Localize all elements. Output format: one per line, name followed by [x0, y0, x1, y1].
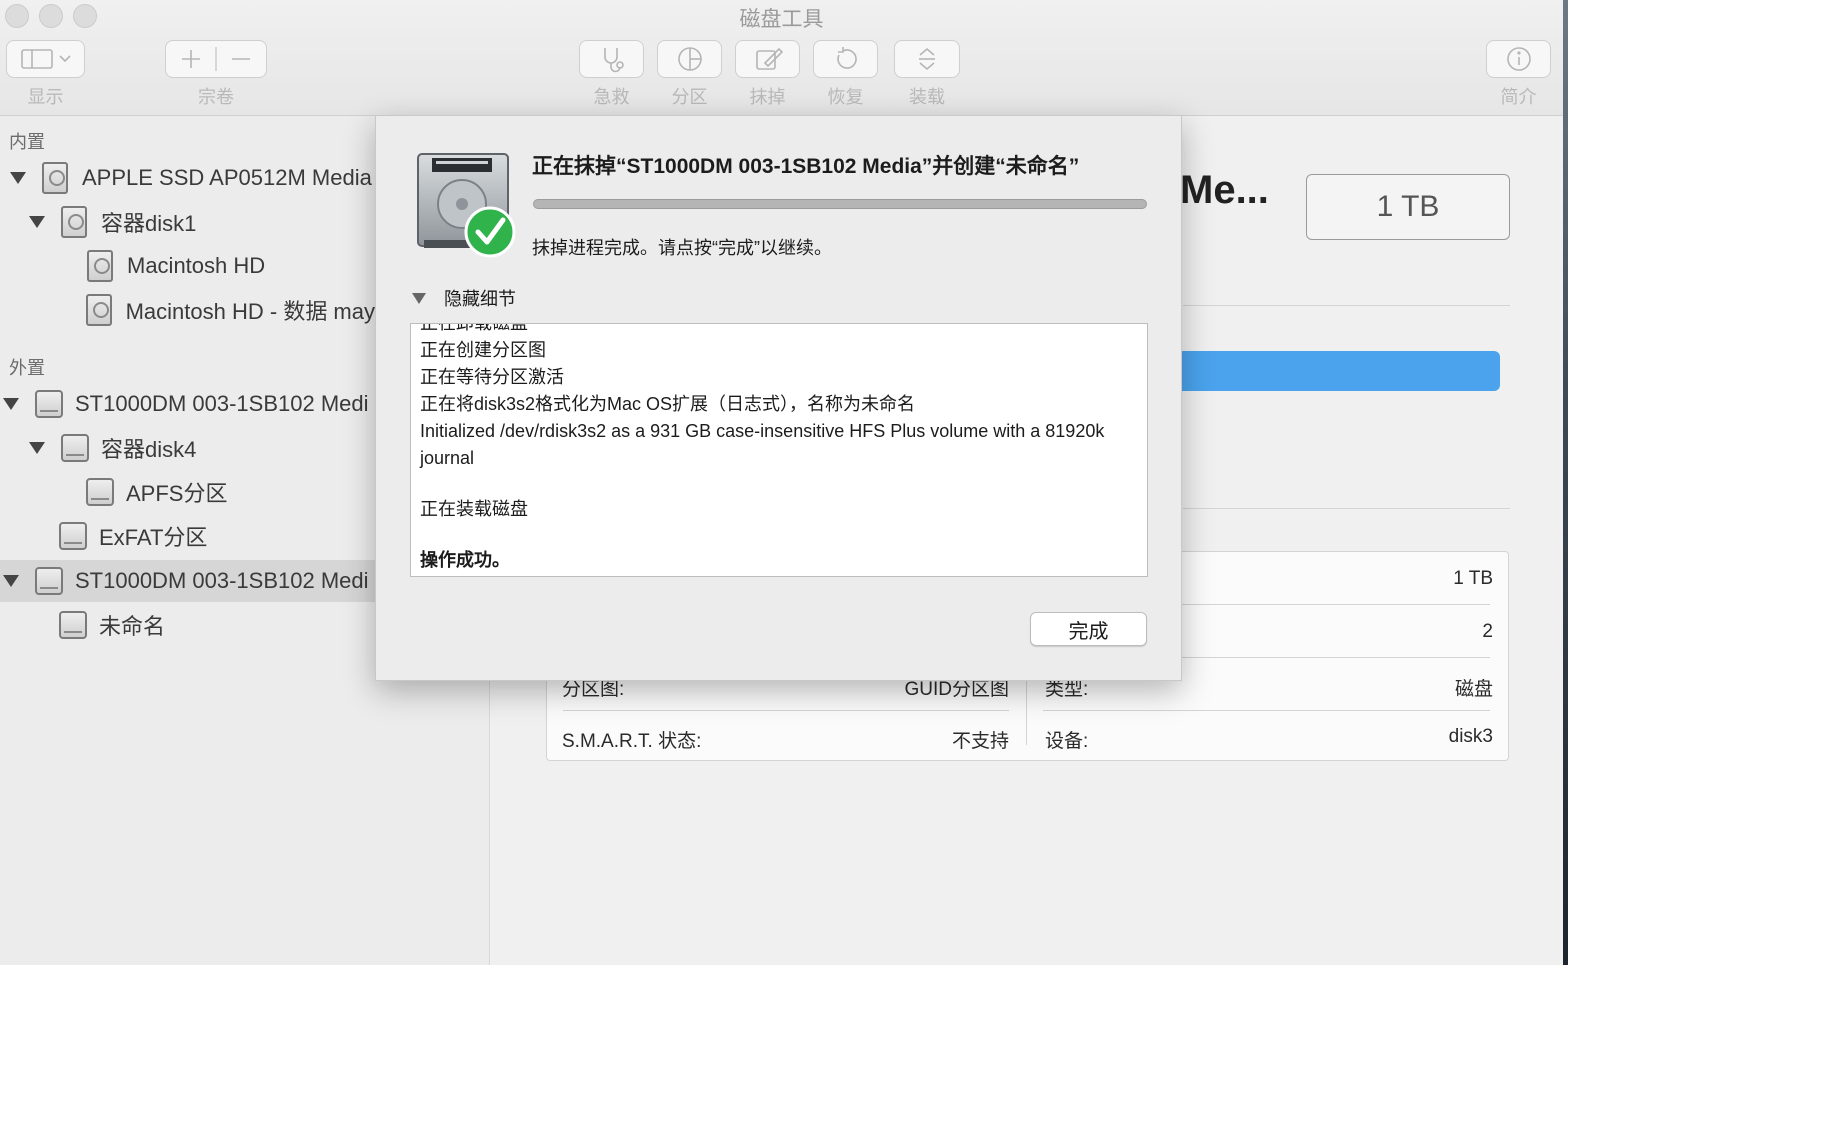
volume-disk-icon [59, 611, 87, 639]
sidebar-item-apfs-partition[interactable]: APFS分区 [0, 471, 375, 513]
internal-disk-icon [42, 162, 68, 194]
type-value: 磁盘 [1454, 679, 1493, 700]
restore-label: 恢复 [827, 87, 864, 107]
first-aid-label: 急救 [593, 87, 630, 107]
smart-status-value: 不支持 [951, 731, 1009, 752]
volume-add-remove-group[interactable] [165, 40, 267, 78]
mount-button[interactable] [894, 40, 960, 78]
sidebar-item-label: 未命名 [99, 614, 166, 639]
log-line: 正在创建分区图 [420, 340, 546, 360]
details-log[interactable]: 正在卸载磁盘正在创建分区图 正在等待分区激活正在将disk3s2格式化为Mac O… [410, 323, 1148, 577]
info-button[interactable] [1486, 40, 1551, 78]
sidebar-item-label: ST1000DM 003-1SB102 Medi [75, 568, 369, 593]
done-button[interactable]: 完成 [1030, 612, 1147, 646]
divider [1043, 710, 1490, 711]
partition-button[interactable] [657, 40, 722, 78]
volume-disk-icon [86, 294, 112, 326]
external-section-header: 外置 [9, 358, 45, 378]
sidebar-item-label: Macintosh HD [127, 253, 266, 278]
sidebar-item-container-disk1[interactable]: 容器disk1 [0, 201, 375, 243]
log-line: 正在将disk3s2格式化为Mac OS扩展（日志式），名称为未命名 [420, 394, 916, 414]
sidebar-item-label: APFS分区 [126, 481, 228, 506]
volume-disk-icon [86, 478, 114, 506]
disclosure-triangle-icon[interactable] [10, 172, 26, 184]
info-icon [1506, 47, 1531, 71]
hide-details-toggle[interactable]: 隐藏细节 [412, 285, 516, 311]
sidebar-item-label: ExFAT分区 [99, 525, 208, 550]
divider [1183, 508, 1510, 509]
info-label: 简介 [1500, 87, 1537, 107]
view-label: 显示 [27, 87, 64, 107]
disclosure-triangle-icon[interactable] [29, 442, 45, 454]
hard-drive-success-icon [417, 153, 516, 258]
stethoscope-icon [603, 48, 624, 73]
log-line: 正在等待分区激活 [420, 367, 564, 387]
restore-button[interactable] [813, 40, 878, 78]
sidebar-item-label: Macintosh HD - 数据 may [125, 299, 375, 324]
disk-title: Me... [1180, 168, 1269, 212]
pie-chart-icon [677, 47, 702, 71]
dialog-title: 正在抹掉“ST1000DM 003-1SB102 Media”并创建“未命名” [532, 155, 1080, 178]
log-content: 正在卸载磁盘正在创建分区图 正在等待分区激活正在将disk3s2格式化为Mac O… [420, 323, 1125, 574]
table-cell-value: 2 [1482, 621, 1493, 642]
first-aid-button[interactable] [579, 40, 644, 78]
plus-minus-icon [182, 47, 250, 71]
erase-button[interactable] [735, 40, 800, 78]
sidebar-item-macintosh-hd[interactable]: Macintosh HD [0, 245, 375, 287]
sidebar-toggle-icon [20, 49, 71, 69]
smart-status-label: S.M.A.R.T. 状态: [562, 731, 702, 752]
details-toggle-label: 隐藏细节 [444, 289, 516, 309]
log-line: 正在装载磁盘 [420, 499, 528, 519]
volume-label: 宗卷 [198, 87, 234, 107]
dialog-message: 抹掉进程完成。请点按“完成”以继续。 [532, 238, 832, 258]
disclosure-triangle-icon [412, 292, 426, 304]
log-line: 操作成功。 [420, 550, 510, 570]
external-disk-icon [35, 567, 63, 595]
sidebar-item-macintosh-hd-data[interactable]: Macintosh HD - 数据 may [0, 289, 375, 331]
mount-label: 装载 [909, 87, 945, 107]
erase-progress-bar [533, 199, 1147, 209]
divider [1183, 305, 1510, 306]
table-cell-value: 1 TB [1453, 568, 1493, 589]
sidebar-item-exfat-partition[interactable]: ExFAT分区 [0, 515, 375, 557]
erase-label: 抹掉 [749, 87, 786, 107]
view-toggle-button[interactable] [6, 40, 85, 78]
window-title: 磁盘工具 [739, 8, 824, 31]
log-line: Initialized /dev/rdisk3s2 as a 931 GB ca… [420, 421, 1110, 468]
device-value: disk3 [1448, 726, 1493, 747]
container-disk-icon [61, 434, 89, 462]
usage-bar [1150, 351, 1500, 391]
progress-fill [534, 200, 1146, 208]
log-line: 正在卸载磁盘 [420, 323, 528, 333]
sidebar-item-st1000dm-1[interactable]: ST1000DM 003-1SB102 Medi [0, 383, 375, 425]
sidebar-item-container-disk4[interactable]: 容器disk4 [0, 427, 375, 469]
sidebar-item-untitled[interactable]: 未命名 [0, 604, 375, 646]
disclosure-triangle-icon[interactable] [3, 398, 19, 410]
capacity-box: 1 TB [1306, 174, 1510, 240]
disclosure-triangle-icon[interactable] [29, 216, 45, 228]
divider [563, 710, 1009, 711]
volume-disk-icon [87, 250, 113, 282]
toolbar: 磁盘工具 显示 宗卷 急救 分区 抹掉 恢复 装载 简介 [0, 0, 1563, 116]
disk-utility-window: 磁盘工具 显示 宗卷 急救 分区 抹掉 恢复 装载 简介 内置 APPLE SS… [0, 0, 1563, 965]
partition-label: 分区 [671, 87, 708, 107]
container-disk-icon [61, 206, 87, 238]
device-label: 设备: [1045, 731, 1089, 752]
desktop-background [1563, 0, 1568, 965]
internal-section-header: 内置 [9, 132, 45, 152]
sidebar-item-label: ST1000DM 003-1SB102 Medi [75, 391, 369, 416]
sidebar-item-label: 容器disk1 [101, 211, 197, 236]
external-disk-icon [35, 390, 63, 418]
sidebar-item-apple-ssd[interactable]: APPLE SSD AP0512M Media [0, 157, 375, 199]
volume-disk-icon [59, 522, 87, 550]
sidebar-item-label: APPLE SSD AP0512M Media [82, 165, 372, 190]
sidebar-item-st1000dm-2-selected[interactable]: ST1000DM 003-1SB102 Medi [0, 560, 375, 602]
pencil-erase-icon [755, 47, 783, 70]
disclosure-triangle-icon[interactable] [3, 575, 19, 587]
restore-arrow-icon [836, 47, 857, 69]
mount-icon [919, 47, 935, 71]
sidebar-item-label: 容器disk4 [101, 437, 197, 462]
